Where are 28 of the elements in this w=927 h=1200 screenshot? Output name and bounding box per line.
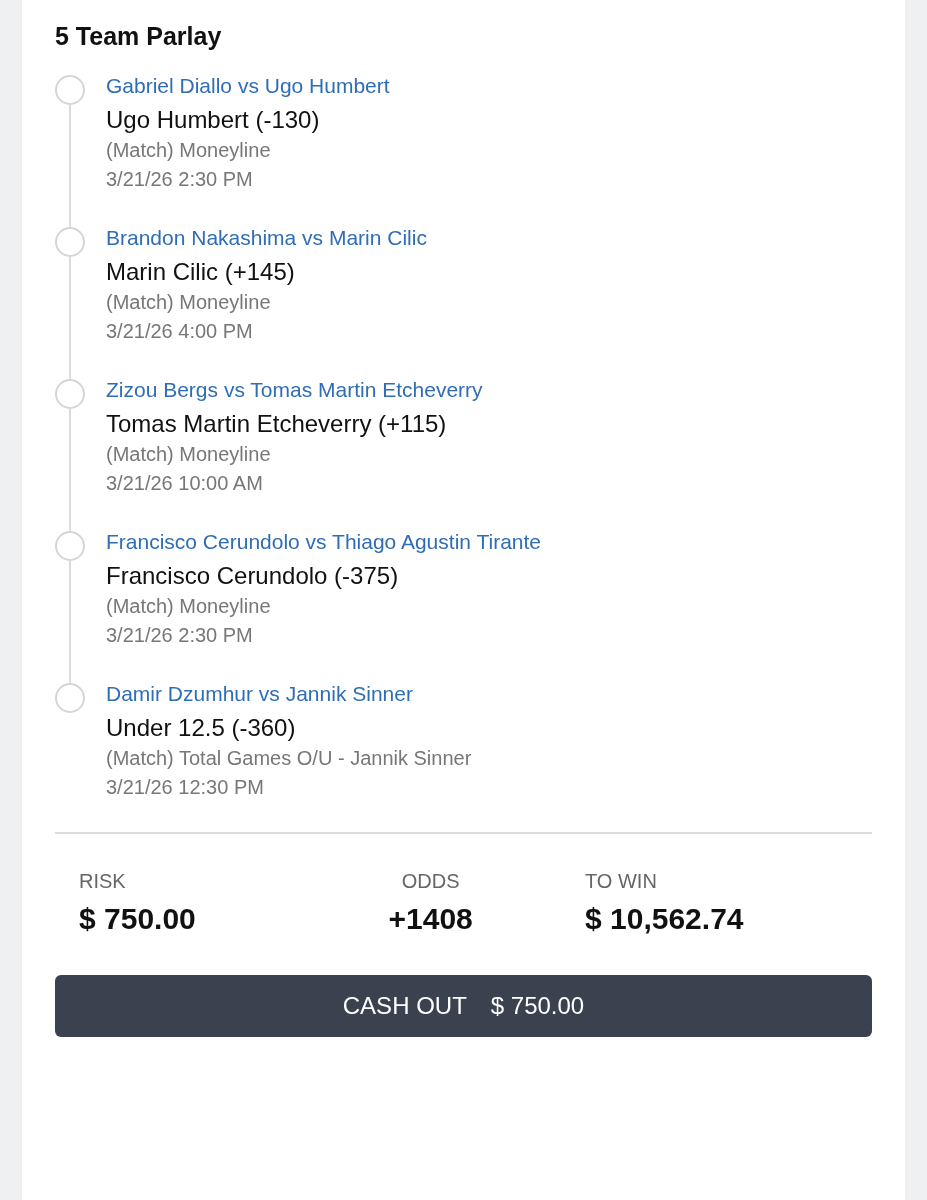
pick-label: Under 12.5 (-360) bbox=[106, 713, 296, 741]
matchup-link[interactable]: Gabriel Diallo vs Ugo Humbert bbox=[106, 73, 390, 97]
event-time: 3/21/26 12:30 PM bbox=[106, 775, 264, 798]
pick-label: Ugo Humbert (-130) bbox=[106, 105, 320, 133]
pick-label: Francisco Cerundolo (-375) bbox=[106, 561, 399, 589]
summary-label: RISK bbox=[79, 869, 126, 892]
matchup-link[interactable]: Damir Dzumhur vs Jannik Sinner bbox=[106, 681, 413, 705]
market-label: (Match) Moneyline bbox=[106, 442, 271, 465]
cash-out-button[interactable]: CASH OUT $ 750.00 bbox=[55, 974, 872, 1037]
market-label: (Match) Total Games O/U - Jannik Sinner bbox=[106, 746, 472, 769]
summary-label: TO WIN bbox=[585, 869, 657, 892]
pick-label: Tomas Martin Etcheverry (+115) bbox=[106, 409, 447, 437]
market-label: (Match) Moneyline bbox=[106, 290, 271, 313]
summary-label: ODDS bbox=[401, 869, 460, 892]
summary-value: $ 750.00 bbox=[79, 901, 196, 935]
matchup-link[interactable]: Francisco Cerundolo vs Thiago Agustin Tirante bbox=[106, 529, 541, 553]
market-label: (Match) Moneyline bbox=[106, 594, 271, 617]
market-label: (Match) Moneyline bbox=[106, 138, 271, 161]
event-time: 3/21/26 10:00 AM bbox=[106, 471, 263, 494]
matchup-link[interactable]: Brandon Nakashima vs Marin Cilic bbox=[106, 225, 427, 249]
matchup-link[interactable]: Zizou Bergs vs Tomas Martin Etcheverry bbox=[106, 377, 483, 401]
event-time: 3/21/26 2:30 PM bbox=[106, 167, 253, 190]
bet-title: 5 Team Parlay bbox=[55, 21, 223, 52]
pick-label: Marin Cilic (+145) bbox=[106, 257, 295, 285]
event-time: 3/21/26 2:30 PM bbox=[106, 623, 253, 646]
summary-value: +1408 bbox=[388, 901, 473, 935]
summary-value: $ 10,562.74 bbox=[585, 901, 744, 935]
event-time: 3/21/26 4:00 PM bbox=[106, 319, 253, 342]
